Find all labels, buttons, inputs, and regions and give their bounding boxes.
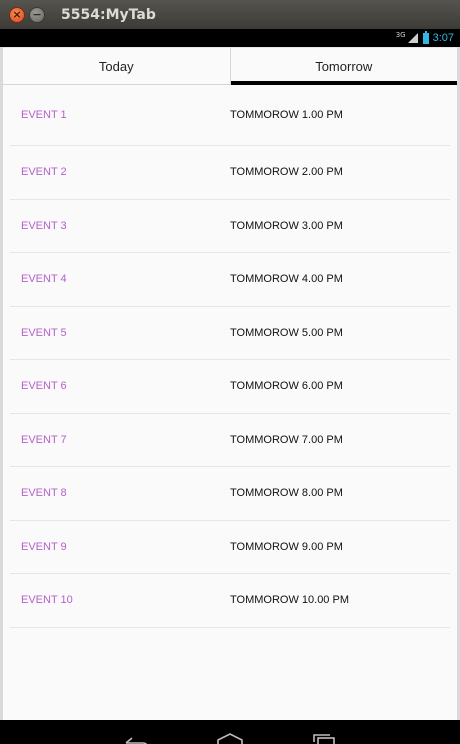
event-name: EVENT 9 <box>21 540 67 553</box>
close-icon: × <box>12 8 22 21</box>
list-item[interactable]: EVENT 9 TOMMOROW 9.00 PM <box>10 521 450 574</box>
list-item[interactable]: EVENT 7 TOMMOROW 7.00 PM <box>10 414 450 467</box>
back-icon <box>125 737 148 744</box>
home-icon <box>217 733 243 744</box>
minimize-icon: − <box>32 8 42 21</box>
event-time: TOMMOROW 2.00 PM <box>230 166 343 179</box>
event-name: EVENT 8 <box>21 487 67 500</box>
list-item[interactable]: EVENT 6 TOMMOROW 6.00 PM <box>10 360 450 414</box>
list-item[interactable]: EVENT 4 TOMMOROW 4.00 PM <box>10 253 450 307</box>
event-time: TOMMOROW 6.00 PM <box>230 380 343 393</box>
event-time: TOMMOROW 4.00 PM <box>230 273 343 286</box>
tab-bar: Today Tomorrow <box>3 47 457 85</box>
event-time: TOMMOROW 1.00 PM <box>230 109 343 121</box>
window-close-button[interactable]: × <box>9 6 25 23</box>
tab-today[interactable]: Today <box>3 48 230 84</box>
event-time: TOMMOROW 10.00 PM <box>230 594 349 607</box>
android-nav-bar <box>0 720 460 744</box>
list-item[interactable]: EVENT 8 TOMMOROW 8.00 PM <box>10 467 450 521</box>
event-name: EVENT 5 <box>21 326 67 339</box>
event-time: TOMMOROW 7.00 PM <box>230 433 343 446</box>
event-name: EVENT 7 <box>21 433 67 446</box>
event-time: TOMMOROW 3.00 PM <box>230 219 343 232</box>
event-time: TOMMOROW 5.00 PM <box>230 326 343 339</box>
recents-icon <box>313 734 335 744</box>
event-list: EVENT 1 TOMMOROW 1.00 PM EVENT 2 TOMMORO… <box>3 85 457 628</box>
status-clock: 3:07 <box>432 32 454 44</box>
event-name: EVENT 1 <box>21 109 67 121</box>
window-minimize-button[interactable]: − <box>29 6 45 23</box>
battery-icon <box>422 30 429 44</box>
event-name: EVENT 10 <box>21 594 73 607</box>
list-item[interactable]: EVENT 2 TOMMOROW 2.00 PM <box>10 146 450 200</box>
list-item[interactable]: EVENT 5 TOMMOROW 5.00 PM <box>10 307 450 360</box>
event-time: TOMMOROW 9.00 PM <box>230 540 343 553</box>
event-name: EVENT 3 <box>21 219 67 232</box>
event-name: EVENT 6 <box>21 380 67 393</box>
signal-icon <box>407 33 418 43</box>
tab-tomorrow[interactable]: Tomorrow <box>229 48 458 85</box>
window-title: 5554:MyTab <box>61 6 156 23</box>
back-button[interactable] <box>123 732 149 744</box>
event-name: EVENT 2 <box>21 166 67 179</box>
window-title-bar: × − 5554:MyTab <box>0 0 460 29</box>
app-content: Today Tomorrow EVENT 1 TOMMOROW 1.00 PM … <box>3 47 457 720</box>
home-button[interactable] <box>217 732 243 744</box>
event-time: TOMMOROW 8.00 PM <box>230 487 343 500</box>
list-item[interactable]: EVENT 10 TOMMOROW 10.00 PM <box>10 574 450 628</box>
list-item[interactable]: EVENT 3 TOMMOROW 3.00 PM <box>10 200 450 253</box>
status-bar: 3G 3:07 <box>0 29 460 47</box>
recents-button[interactable] <box>311 732 337 744</box>
list-item[interactable]: EVENT 1 TOMMOROW 1.00 PM <box>10 85 450 146</box>
network-type: 3G <box>395 31 406 39</box>
event-name: EVENT 4 <box>21 273 67 286</box>
